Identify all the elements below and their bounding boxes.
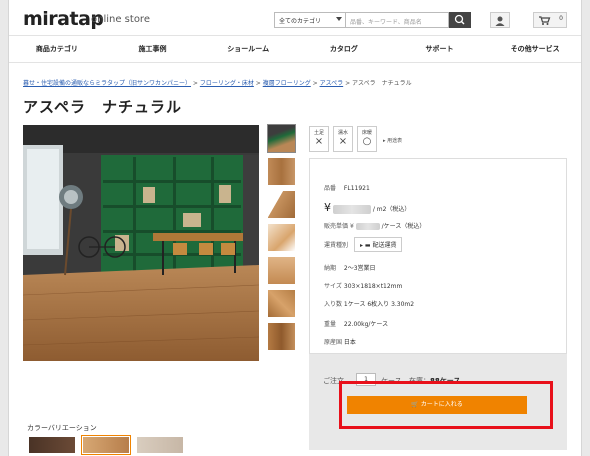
main-nav: 商品カテゴリ 施工事例 ショールーム カタログ サポート その他サービス bbox=[9, 35, 581, 63]
breadcrumb: 暮せ・住宅設備の通販ならミラタップ（旧サンワカンパニー） > フローリング・床材… bbox=[23, 80, 412, 87]
usage-table-link-label: 用途表 bbox=[387, 138, 403, 144]
cart-icon bbox=[539, 16, 551, 25]
thumbnail-4[interactable] bbox=[268, 224, 295, 251]
search-input[interactable]: 品番、キーワード、商品名 bbox=[346, 12, 449, 28]
nav-item-products[interactable]: 商品カテゴリ bbox=[9, 36, 105, 62]
origin-row: 原産国 日本 bbox=[324, 337, 356, 346]
breadcrumb-current: アスペラ ナチュラル bbox=[352, 80, 412, 87]
product-main-image[interactable] bbox=[23, 125, 259, 361]
weight-value: 22.00kg/ケース bbox=[343, 321, 389, 328]
thumbnail-6[interactable] bbox=[268, 290, 295, 317]
price-currency: ¥ bbox=[324, 201, 331, 214]
color-swatches bbox=[29, 435, 183, 455]
cross-icon: × bbox=[314, 136, 324, 147]
circle-icon: ○ bbox=[362, 136, 372, 147]
unit-price-row: 販売単価 ¥ /ケース（税込） bbox=[324, 221, 425, 230]
flag-water: 濡水 × bbox=[333, 126, 353, 152]
lead-time-value: 2〜3営業日 bbox=[343, 265, 376, 272]
user-icon bbox=[495, 16, 505, 26]
swatch-light[interactable] bbox=[137, 437, 183, 453]
weight-row: 重量 22.00kg/ケース bbox=[324, 319, 388, 328]
breadcrumb-link-aspera[interactable]: アスペラ bbox=[320, 80, 344, 87]
lead-time-label: 納期 bbox=[324, 265, 337, 272]
thumbnail-3[interactable] bbox=[268, 191, 295, 218]
thumbnail-5[interactable] bbox=[268, 257, 295, 284]
color-variation-label: カラーバリエーション bbox=[27, 424, 97, 432]
thumbnail-7[interactable] bbox=[268, 323, 295, 350]
price-row: ¥ / m2（税込） bbox=[324, 201, 410, 214]
usage-flags: 土足 × 濡水 × 床暖 ○ bbox=[309, 126, 377, 152]
highlight-box bbox=[339, 381, 553, 429]
size-value: 303×1818×t12mm bbox=[343, 283, 403, 290]
search-icon bbox=[454, 14, 465, 25]
breadcrumb-link-home[interactable]: 暮せ・住宅設備の通販ならミラタップ（旧サンワカンパニー） bbox=[23, 80, 191, 87]
chevron-down-icon bbox=[336, 17, 342, 21]
flag-floor-heating: 床暖 ○ bbox=[357, 126, 377, 152]
price-unit: / m2（税込） bbox=[372, 206, 411, 213]
lead-time-row: 納期 2〜3営業日 bbox=[324, 263, 376, 272]
nav-item-catalog[interactable]: カタログ bbox=[296, 36, 392, 62]
nav-item-showroom[interactable]: ショールーム bbox=[200, 36, 296, 62]
price-value-redacted bbox=[332, 205, 371, 214]
page: miratap online store 全てのカテゴリ 品番、キーワード、商品… bbox=[8, 0, 582, 456]
shipping-fee-label: 配送運賃 bbox=[372, 242, 397, 249]
product-code: FL11921 bbox=[343, 185, 370, 192]
weight-label: 重量 bbox=[324, 321, 337, 328]
search-button[interactable] bbox=[449, 12, 471, 28]
cross-icon: × bbox=[338, 136, 348, 147]
origin-label: 原産国 bbox=[324, 339, 343, 346]
truck-icon: ▸ ▬ bbox=[359, 242, 371, 249]
quantity-row: 入り数 1ケース 6枚入り 3.30m2 bbox=[324, 299, 414, 308]
logo-subtitle: online store bbox=[91, 14, 150, 25]
page-title: アスペラ ナチュラル bbox=[23, 98, 182, 116]
origin-value: 日本 bbox=[343, 339, 356, 346]
breadcrumb-link-flooring[interactable]: フローリング・床材 bbox=[200, 80, 254, 87]
quantity-value: 1ケース 6枚入り 3.30m2 bbox=[343, 301, 415, 308]
swatch-dark[interactable] bbox=[29, 437, 75, 453]
thumbnail-list bbox=[267, 124, 296, 356]
shipping-row: 運賃種別 ▸ ▬ 配送運賃 bbox=[324, 237, 403, 252]
account-button[interactable] bbox=[490, 12, 510, 28]
code-row: 品番 FL11921 bbox=[324, 183, 370, 192]
unit-price-redacted bbox=[355, 223, 380, 230]
usage-table-link[interactable]: ▸ 用途表 bbox=[383, 137, 402, 144]
flag-shoes: 土足 × bbox=[309, 126, 329, 152]
quantity-label: 入り数 bbox=[324, 301, 343, 308]
nav-item-other-services[interactable]: その他サービス bbox=[487, 36, 581, 62]
cart-button[interactable]: 0 bbox=[533, 12, 567, 28]
size-label: サイズ bbox=[324, 283, 342, 290]
thumbnail-2[interactable] bbox=[268, 158, 295, 185]
shipping-label: 運賃種別 bbox=[324, 242, 349, 249]
unit-price-currency: ¥ bbox=[349, 223, 354, 230]
product-info-box: 品番 FL11921 ¥ / m2（税込） 販売単価 ¥ /ケース（税込） 運賃… bbox=[309, 158, 567, 354]
swatch-natural[interactable] bbox=[81, 435, 131, 455]
nav-item-case-studies[interactable]: 施工事例 bbox=[105, 36, 201, 62]
breadcrumb-link-multilayer[interactable]: 複層フローリング bbox=[263, 80, 311, 87]
size-row: サイズ 303×1818×t12mm bbox=[324, 281, 402, 290]
nav-item-support[interactable]: サポート bbox=[392, 36, 488, 62]
thumbnail-1[interactable] bbox=[267, 124, 296, 153]
category-select-value: 全てのカテゴリ bbox=[279, 18, 322, 25]
unit-price-label: 販売単価 bbox=[324, 223, 349, 230]
shipping-fee-button[interactable]: ▸ ▬ 配送運賃 bbox=[353, 237, 403, 252]
unit-price-unit: /ケース（税込） bbox=[381, 223, 426, 230]
cart-count: 0 bbox=[559, 15, 563, 22]
category-select[interactable]: 全てのカテゴリ bbox=[274, 12, 346, 28]
code-label: 品番 bbox=[324, 185, 337, 192]
